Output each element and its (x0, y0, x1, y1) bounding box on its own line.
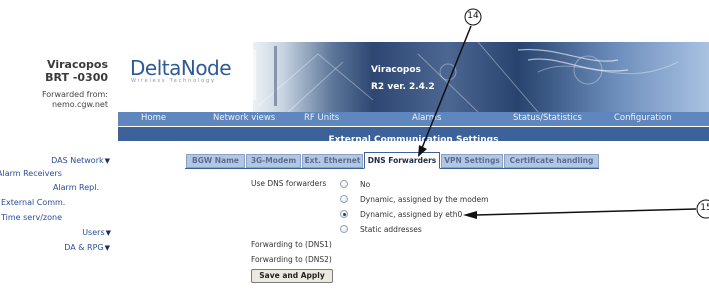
callout-14-label: 14 (467, 11, 479, 21)
callout-15-line (475, 208, 697, 216)
callout-15-arrowhead (463, 211, 477, 219)
callout-15-label: 15 (700, 203, 709, 213)
callout-14-line (421, 25, 472, 149)
callout-14-arrowhead (418, 145, 427, 157)
callout-overlay (418, 8, 709, 219)
